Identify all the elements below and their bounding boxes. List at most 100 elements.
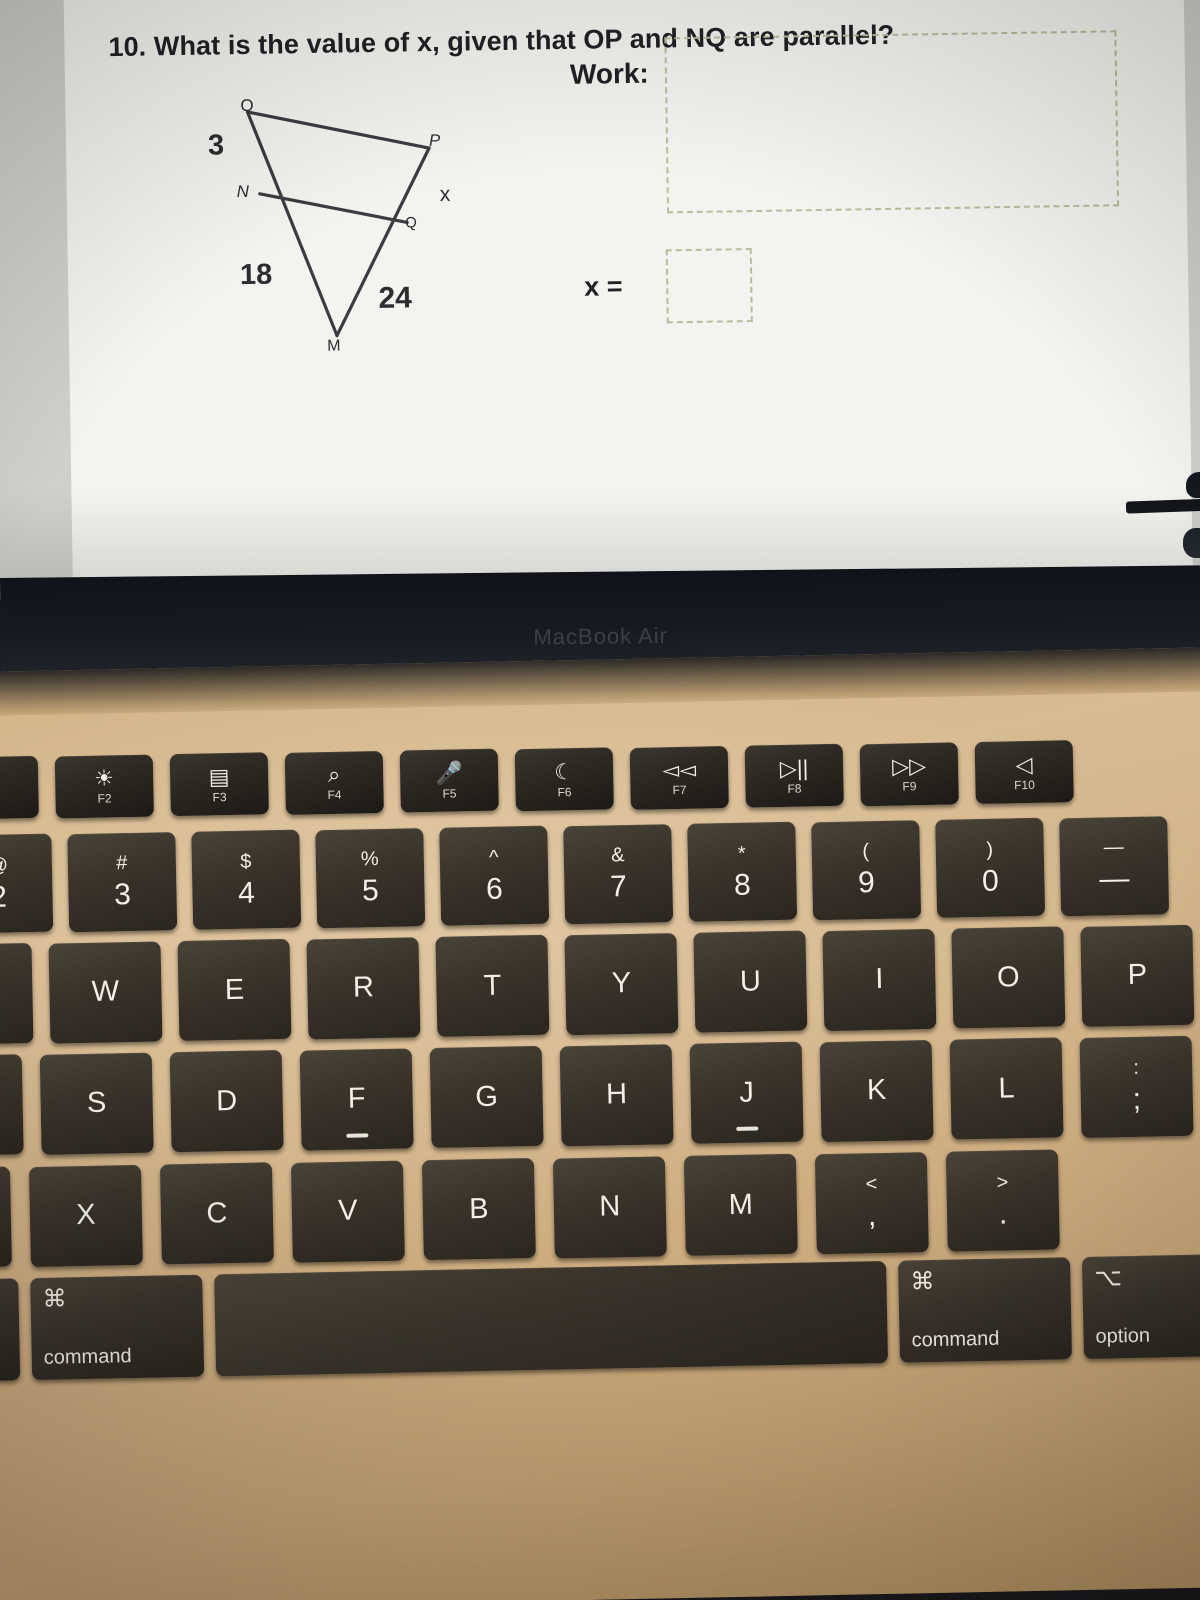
6-shifted-label: ^: [488, 846, 499, 869]
key-i[interactable]: I: [822, 928, 937, 1031]
figure-side-label-NM: 18: [239, 258, 273, 292]
segment-OP: [245, 110, 431, 150]
key-u[interactable]: U: [693, 930, 808, 1033]
key-n[interactable]: N: [552, 1155, 667, 1259]
key-f5[interactable]: 🎤 F5: [399, 749, 499, 813]
keyboard-deck: ☀F1☀F2▤F3⌕F4🎤F5☾F6◅◅F7▷||F8▷▷F9◁F10@2#3$…: [0, 646, 1200, 1600]
g-label: G: [475, 1080, 499, 1113]
key-c[interactable]: C: [159, 1162, 274, 1265]
key-r[interactable]: R: [306, 936, 421, 1039]
j-homing-bump-icon: [736, 1126, 759, 1131]
figure-side-label-QM: 24: [378, 281, 413, 315]
key-f10[interactable]: ◁ F10: [974, 740, 1074, 805]
key-f3[interactable]: ▤ F3: [169, 752, 269, 817]
o-label: O: [996, 960, 1020, 994]
key-l[interactable]: L: [949, 1037, 1064, 1140]
key-x[interactable]: X: [28, 1164, 143, 1267]
key-7[interactable]: & 7: [563, 823, 674, 924]
f8-label: F8: [787, 781, 802, 796]
key-right-option[interactable]: ⌥ option: [1081, 1254, 1200, 1359]
period-primary-label: .: [998, 1196, 1008, 1231]
key-t[interactable]: T: [435, 934, 550, 1037]
key-9[interactable]: (9: [811, 819, 922, 920]
key-5[interactable]: % 5: [315, 827, 426, 928]
segment-OM: [245, 110, 339, 338]
key-z[interactable]: Z: [0, 1166, 12, 1269]
key-4[interactable]: $4: [191, 829, 302, 930]
minus-shifted-label: —: [1103, 836, 1124, 859]
key-left-option[interactable]: ⌥: [0, 1278, 21, 1383]
key-3[interactable]: #3: [67, 831, 178, 932]
key-q[interactable]: Q: [0, 943, 34, 1046]
key-comma[interactable]: <,: [814, 1151, 929, 1254]
key-8[interactable]: * 8: [687, 821, 798, 922]
key-s[interactable]: S: [39, 1052, 154, 1155]
key-v[interactable]: V: [290, 1160, 405, 1263]
key-w[interactable]: W: [48, 940, 163, 1044]
key-period[interactable]: >.: [945, 1149, 1060, 1252]
0-primary-label: 0: [981, 864, 1000, 898]
figure-vertex-N: N: [236, 181, 250, 202]
key-f9[interactable]: ▷▷ F9: [859, 742, 959, 807]
key-y[interactable]: Y: [564, 932, 679, 1035]
comma-shifted-label: <: [865, 1173, 878, 1196]
key-0[interactable]: ) 0: [935, 817, 1046, 918]
semicolon-shifted-label: :: [1133, 1056, 1140, 1079]
key-space[interactable]: [214, 1260, 889, 1377]
0-legend: ) 0: [981, 838, 1000, 898]
key-k[interactable]: K: [819, 1039, 934, 1142]
key-a[interactable]: A: [0, 1054, 24, 1157]
f5-icon: 🎤: [435, 760, 464, 786]
3-primary-label: 3: [113, 878, 132, 912]
key-g[interactable]: G: [429, 1045, 544, 1149]
key-j[interactable]: J: [689, 1041, 804, 1144]
f-label: F: [347, 1082, 366, 1115]
8-primary-label: 8: [733, 868, 752, 902]
9-primary-label: 9: [857, 866, 876, 900]
comma-primary-label: ,: [867, 1199, 877, 1233]
f4-label: F4: [327, 788, 342, 803]
key-f[interactable]: F: [299, 1047, 414, 1151]
n-label: N: [599, 1190, 621, 1223]
key-b[interactable]: B: [421, 1157, 536, 1261]
key-f4[interactable]: ⌕ F4: [284, 750, 384, 815]
semicolon-primary-label: ;: [1132, 1082, 1142, 1116]
key-e[interactable]: E: [177, 938, 292, 1042]
photo-of-laptop-with-worksheet: 10. What is the value of x, given that O…: [0, 0, 1200, 1600]
f7-label: F7: [672, 782, 687, 798]
figure-vertex-Q: Q: [405, 214, 418, 232]
3-shifted-label: #: [116, 852, 128, 875]
f8-icon: ▷||: [779, 755, 809, 781]
left-command-label: command: [43, 1345, 132, 1369]
key-f7[interactable]: ◅◅ F7: [629, 745, 729, 810]
u-label: U: [739, 964, 762, 998]
laptop-screen: 10. What is the value of x, given that O…: [0, 0, 1200, 600]
key-left-command[interactable]: ⌘ command: [30, 1274, 205, 1381]
key-minus[interactable]: — —: [1059, 815, 1170, 916]
key-semicolon[interactable]: :;: [1079, 1035, 1194, 1138]
key-p[interactable]: P: [1080, 924, 1195, 1027]
key-f6[interactable]: ☾ F6: [514, 747, 614, 812]
k-label: K: [866, 1073, 887, 1107]
key-m[interactable]: M: [683, 1153, 798, 1256]
key-6[interactable]: ^ 6: [439, 825, 550, 926]
6-legend: ^ 6: [485, 846, 503, 905]
key-o[interactable]: O: [951, 926, 1066, 1029]
f10-icon: ◁: [1015, 751, 1033, 778]
i-label: I: [874, 962, 884, 996]
8-shifted-label: *: [737, 842, 746, 865]
key-2[interactable]: @2: [0, 833, 54, 934]
comma-legend: <,: [865, 1173, 878, 1233]
key-f8[interactable]: ▷|| F8: [744, 743, 844, 808]
7-shifted-label: &: [610, 844, 625, 867]
key-h[interactable]: H: [559, 1043, 674, 1146]
work-input-box[interactable]: [664, 30, 1120, 214]
answer-input-box[interactable]: [665, 248, 753, 324]
key-d[interactable]: D: [169, 1050, 284, 1153]
key-right-command[interactable]: ⌘ command: [897, 1257, 1073, 1363]
9-shifted-label: (: [862, 840, 870, 863]
0-shifted-label: ): [986, 838, 994, 861]
key-f1[interactable]: ☀F1: [0, 755, 39, 820]
5-legend: % 5: [361, 848, 380, 907]
key-f2[interactable]: ☀ F2: [54, 754, 154, 819]
